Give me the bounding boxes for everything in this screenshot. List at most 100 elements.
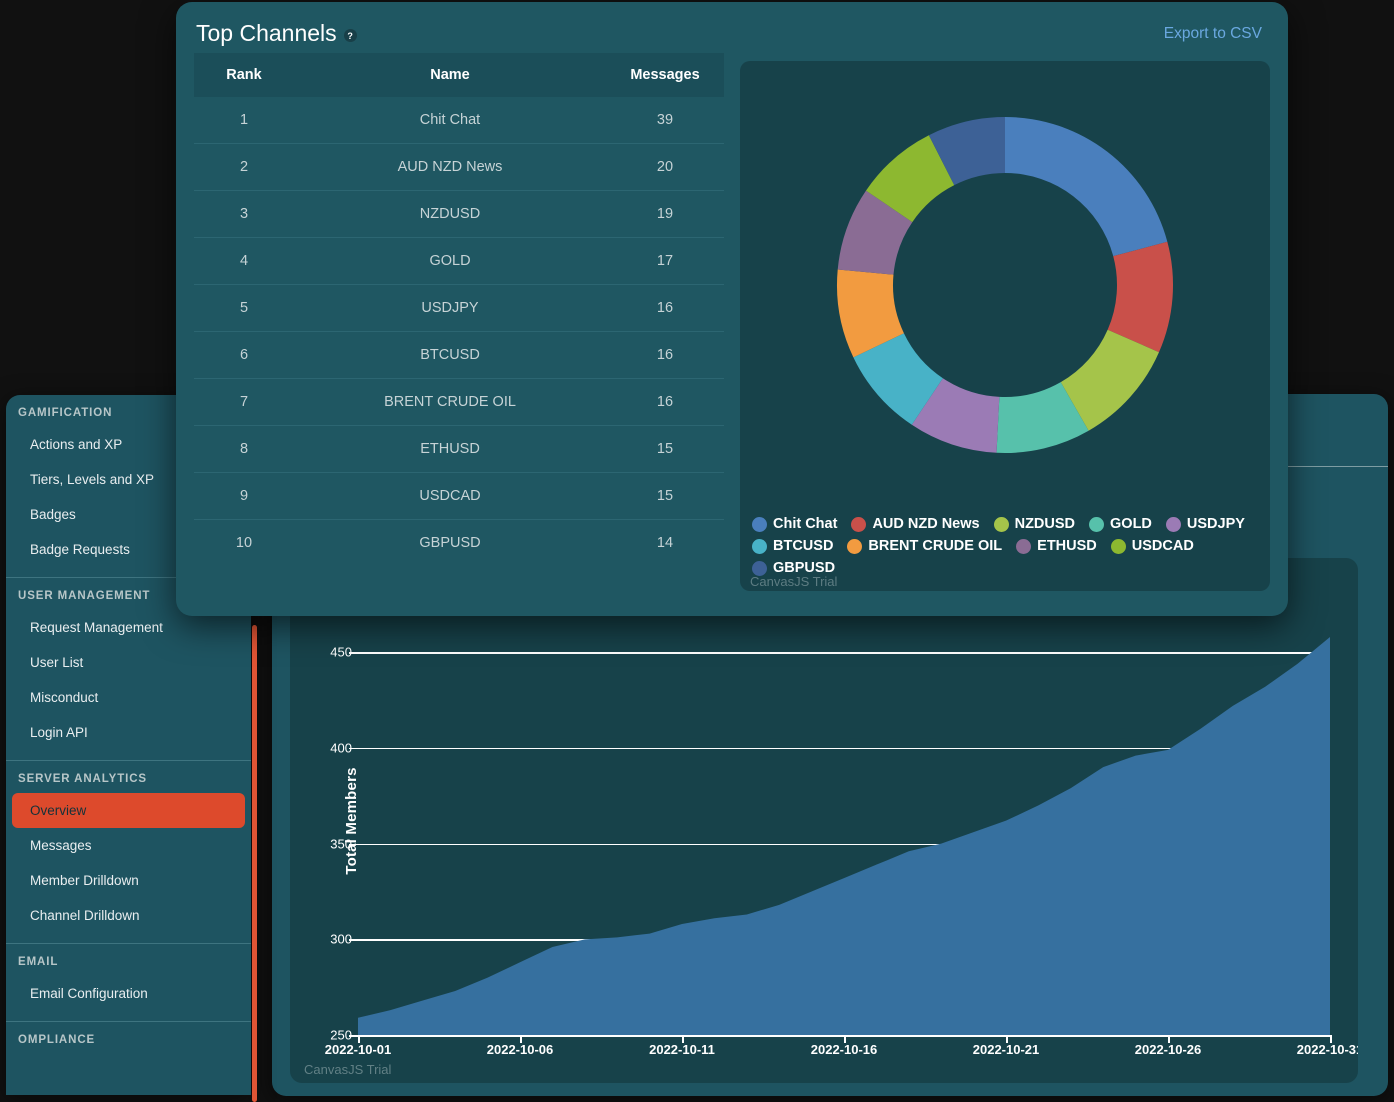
- legend-color-swatch-icon: [851, 516, 867, 532]
- card-header: Top Channels ? Export to CSV: [176, 2, 1288, 53]
- table-row[interactable]: 8 ETHUSD 15: [194, 425, 724, 473]
- sidebar-item-member-drilldown[interactable]: Member Drilldown: [12, 863, 245, 898]
- donut-chart: [740, 75, 1270, 495]
- name-cell: Chit Chat: [294, 97, 606, 144]
- table-row[interactable]: 9 USDCAD 15: [194, 472, 724, 520]
- sidebar-section-ompliance: OMPLIANCE: [18, 1034, 96, 1046]
- export-to-csv-button[interactable]: Export to CSV: [1164, 25, 1262, 43]
- name-cell: USDCAD: [294, 472, 606, 520]
- messages-cell: 20: [606, 143, 724, 191]
- legend-item-brent-crude-oil[interactable]: BRENT CRUDE OIL: [847, 538, 1002, 554]
- legend-item-btcusd[interactable]: BTCUSD: [752, 538, 833, 554]
- y-axis-tick-label: 250: [330, 1027, 352, 1043]
- rank-cell: 8: [194, 425, 294, 473]
- area-chart-watermark: CanvasJS Trial: [304, 1062, 392, 1077]
- messages-cell: 15: [606, 472, 724, 520]
- name-cell: GOLD: [294, 237, 606, 285]
- x-axis-tick-label: 2022-10-01: [324, 1042, 392, 1057]
- table-row[interactable]: 5 USDJPY 16: [194, 284, 724, 332]
- legend-label: Chit Chat: [773, 516, 838, 532]
- legend-label: GOLD: [1110, 516, 1152, 532]
- legend-color-swatch-icon: [752, 538, 767, 554]
- info-icon[interactable]: ?: [343, 29, 357, 42]
- y-axis-tick-label: 450: [330, 644, 352, 660]
- donut-slice-chit-chat[interactable]: [1005, 117, 1168, 257]
- legend-item-ethusd[interactable]: ETHUSD: [1016, 538, 1097, 554]
- legend-label: NZDUSD: [1014, 516, 1076, 532]
- x-axis-tick-mark: [1330, 1035, 1332, 1043]
- total-members-area-chart: Total Members 250 300 350 400 450 2022-10-01 2…: [290, 558, 1358, 1083]
- name-cell: NZDUSD: [294, 190, 606, 238]
- donut-svg: [837, 117, 1173, 454]
- legend-color-swatch-icon: [993, 516, 1009, 532]
- name-cell: ETHUSD: [294, 425, 606, 473]
- sidebar-item-channel-drilldown[interactable]: Channel Drilldown: [12, 898, 245, 933]
- table-row[interactable]: 3 NZDUSD 19: [194, 190, 724, 238]
- legend-label: BRENT CRUDE OIL: [868, 538, 1003, 554]
- rank-cell: 10: [235, 535, 253, 551]
- x-axis-tick-label: 2022-10-16: [810, 1042, 878, 1057]
- name-cell: BTCUSD: [294, 331, 606, 379]
- page-title: Top Channels ?: [196, 20, 357, 47]
- table-row[interactable]: 7 BRENT CRUDE OIL 16: [194, 378, 724, 426]
- legend-item-nzdusd[interactable]: NZDUSD: [993, 516, 1076, 532]
- top-channels-card: Top Channels ? Export to CSV Rank Name M…: [176, 2, 1288, 616]
- legend-color-swatch-icon: [1089, 516, 1105, 532]
- legend-label: AUD NZD News: [872, 516, 980, 532]
- table-row[interactable]: 2 AUD NZD News 20: [194, 143, 724, 191]
- sidebar-item-messages[interactable]: Messages: [12, 828, 245, 863]
- messages-cell: 16: [606, 378, 724, 426]
- rank-cell: 5: [194, 284, 294, 332]
- sidebar-item-login-api[interactable]: Login API: [12, 715, 245, 750]
- legend-item-chit-chat[interactable]: Chit Chat: [752, 516, 837, 532]
- sidebar-item-email-configuration[interactable]: Email Configuration: [12, 976, 245, 1011]
- table-row[interactable]: 6 BTCUSD 16: [194, 331, 724, 379]
- card-title-text: Top Channels: [196, 20, 337, 46]
- top-channels-table: Rank Name Messages 1 Chit Chat 39 2 AUD NZD …: [194, 53, 724, 566]
- messages-cell: 39: [606, 97, 724, 144]
- top-channels-donut-panel: Chit Chat AUD NZD News NZDUSD GOLD USDJPY BTC…: [740, 61, 1270, 591]
- x-axis-tick-label: 2022-10-11: [649, 1042, 715, 1057]
- rank-cell: 6: [194, 331, 294, 379]
- sidebar-item-overview[interactable]: Overview: [12, 793, 245, 828]
- column-header-rank: Rank: [194, 53, 294, 97]
- name-cell: USDJPY: [294, 284, 606, 332]
- column-header-name: Name: [294, 53, 606, 97]
- messages-cell: 16: [606, 331, 724, 379]
- column-header-messages: Messages: [606, 53, 724, 97]
- legend-color-swatch-icon: [1165, 516, 1181, 532]
- legend-item-usdjpy[interactable]: USDJPY: [1165, 516, 1245, 532]
- messages-cell: 16: [606, 284, 724, 332]
- legend-label: USDJPY: [1186, 516, 1245, 532]
- legend-item-usdcad[interactable]: USDCAD: [1110, 538, 1194, 554]
- legend-color-swatch-icon: [1110, 538, 1126, 554]
- messages-cell: 17: [606, 237, 724, 285]
- donut-watermark: CanvasJS Trial: [750, 574, 838, 589]
- card-body: Rank Name Messages 1 Chit Chat 39 2 AUD NZD …: [176, 53, 1288, 591]
- area-series-total-members: [358, 636, 1330, 1035]
- sidebar-item-misconduct[interactable]: Misconduct: [12, 680, 245, 715]
- sidebar-section-email: EMAIL: [18, 956, 59, 968]
- legend-color-swatch-icon: [847, 538, 863, 554]
- table-row[interactable]: 4 GOLD 17: [194, 237, 724, 285]
- legend-item-aud-nzd-news[interactable]: AUD NZD News: [851, 516, 980, 532]
- messages-cell: 15: [606, 425, 724, 473]
- table-header-row: Rank Name Messages: [194, 53, 724, 97]
- x-axis-tick-label: 2022-10-26: [1134, 1042, 1202, 1057]
- table-row[interactable]: 10 GBPUSD 14: [194, 520, 724, 567]
- rank-cell: 1: [194, 97, 294, 144]
- x-axis-tick-label: 2022-10-06: [486, 1042, 554, 1057]
- x-axis-line: [358, 1035, 1330, 1037]
- x-axis-tick-label: 2022-10-21: [972, 1042, 1040, 1057]
- name-cell: AUD NZD News: [294, 143, 606, 191]
- rank-cell: 7: [194, 378, 294, 426]
- screen: Total Members 250 300 350 400 450 2022-10-01 2…: [0, 0, 1394, 1102]
- sidebar-scrollbar[interactable]: [252, 625, 257, 1102]
- area-chart-plot: 250 300 350 400 450 2022-10-01 2022-10-06 2022-…: [325, 614, 1358, 1057]
- top-channels-table-wrapper: Rank Name Messages 1 Chit Chat 39 2 AUD NZD …: [194, 53, 724, 591]
- sidebar-item-user-list[interactable]: User List: [12, 645, 245, 680]
- legend-item-gold[interactable]: GOLD: [1089, 516, 1152, 532]
- legend-label: BTCUSD: [773, 538, 834, 554]
- legend-label: ETHUSD: [1037, 538, 1097, 554]
- table-row[interactable]: 1 Chit Chat 39: [194, 97, 724, 144]
